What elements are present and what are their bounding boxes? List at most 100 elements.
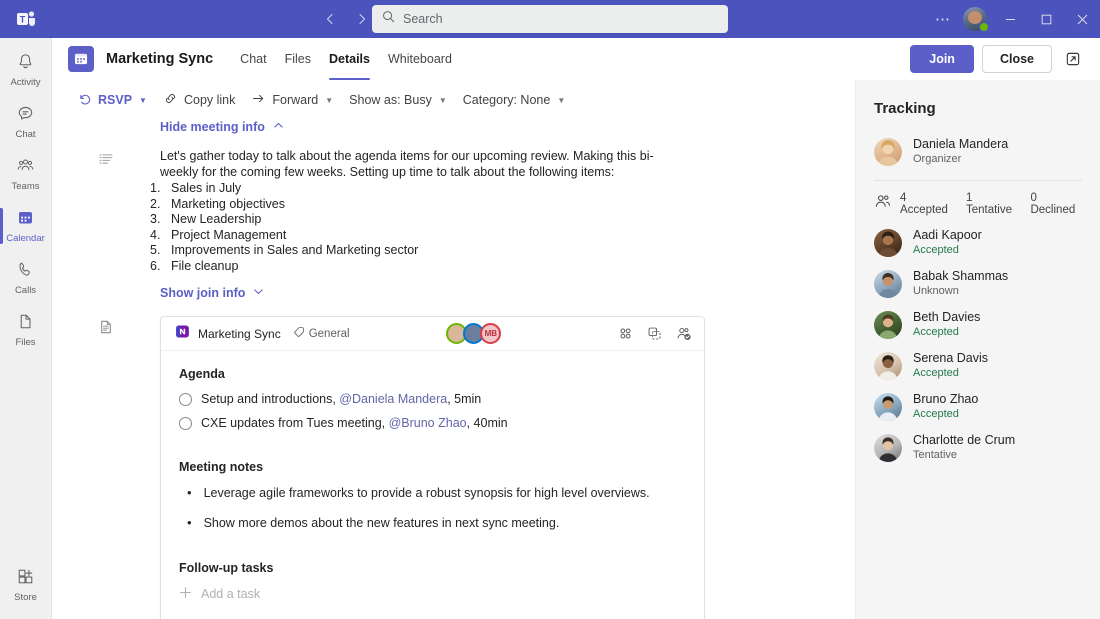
- attendee-info: Beth Davies Accepted: [913, 310, 980, 339]
- meeting-notes-card: Marketing Sync General: [160, 316, 705, 619]
- onenote-app-icon: [175, 324, 190, 344]
- window-controls: ⋯: [928, 0, 1100, 38]
- tag-icon: [293, 326, 305, 341]
- response-counts: 4 Accepted 1 Tentative 0 Declined: [874, 181, 1082, 224]
- organizer-name: Daniela Mandera: [913, 137, 1008, 152]
- back-icon[interactable]: [318, 7, 342, 31]
- maximize-icon[interactable]: [1028, 0, 1064, 38]
- attendee-row[interactable]: Babak Shammas Unknown: [874, 265, 1082, 302]
- chevron-down-icon: ▼: [139, 96, 147, 105]
- avatar[interactable]: [958, 0, 992, 38]
- attendee-row[interactable]: Serena Davis Accepted: [874, 347, 1082, 384]
- notes-card-avatars: MB: [446, 323, 501, 344]
- tentative-count: 1 Tentative: [966, 192, 1019, 216]
- sidebar-item-store[interactable]: Store: [0, 559, 52, 611]
- join-button[interactable]: Join: [910, 45, 974, 73]
- attendee-row[interactable]: Beth Davies Accepted: [874, 306, 1082, 343]
- sidebar-label-store: Store: [14, 593, 37, 603]
- organizer-row[interactable]: Daniela Mandera Organizer: [874, 133, 1082, 170]
- minimize-icon[interactable]: [992, 0, 1028, 38]
- bullet-icon: •: [187, 485, 192, 501]
- agenda-checkbox[interactable]: [179, 393, 192, 406]
- forward-button[interactable]: Forward ▼: [243, 87, 341, 113]
- header-actions: Join Close: [910, 45, 1086, 73]
- rsvp-undo-icon: [78, 92, 92, 109]
- list-item: 1.Sales in July: [160, 181, 815, 197]
- forward-icon[interactable]: [350, 7, 374, 31]
- notes-document-icon: [52, 316, 160, 619]
- hide-meeting-info-button[interactable]: Hide meeting info: [160, 120, 284, 134]
- sidebar-item-chat[interactable]: Chat: [0, 96, 52, 148]
- details-column: RSVP ▼ Copy link Forward: [52, 80, 855, 619]
- list-item: Setup and introductions, @Daniela Mander…: [179, 392, 686, 406]
- people-icon: [874, 193, 891, 215]
- description-paragraph: Let's gather today to talk about the age…: [160, 148, 670, 180]
- tab-details[interactable]: Details: [320, 38, 379, 80]
- meeting-description: Let's gather today to talk about the age…: [160, 148, 855, 302]
- attendee-row[interactable]: Charlotte de Crum Tentative: [874, 429, 1082, 466]
- close-icon[interactable]: [1064, 0, 1100, 38]
- show-join-info-button[interactable]: Show join info: [160, 286, 264, 300]
- add-task-button[interactable]: Add a task: [179, 586, 686, 602]
- attendee-row[interactable]: Bruno Zhao Accepted: [874, 388, 1082, 425]
- bell-icon: [16, 52, 35, 76]
- title-bar: T Search ⋯: [0, 0, 1100, 38]
- chevron-down-icon: ▼: [325, 96, 333, 105]
- command-bar: RSVP ▼ Copy link Forward: [52, 84, 855, 116]
- notes-card-header: Marketing Sync General: [161, 317, 704, 351]
- copy-link-button[interactable]: Copy link: [155, 87, 243, 113]
- presence-available-badge: [979, 22, 989, 32]
- attendee-info: Babak Shammas Unknown: [913, 269, 1008, 298]
- avatar: [874, 270, 902, 298]
- hide-meeting-info-label: Hide meeting info: [160, 120, 265, 134]
- mention-link[interactable]: @Bruno Zhao: [389, 416, 467, 430]
- attendee-row[interactable]: Aadi Kapoor Accepted: [874, 224, 1082, 261]
- sidebar-item-calendar[interactable]: Calendar: [0, 200, 52, 252]
- notes-card-body: Agenda Setup and introductions, @Daniela…: [161, 351, 704, 619]
- presence-avatar-3[interactable]: MB: [480, 323, 501, 344]
- counts-labels: 4 Accepted 1 Tentative 0 Declined: [900, 192, 1082, 216]
- agenda-text: CXE updates from Tues meeting, @Bruno Zh…: [201, 416, 508, 430]
- search-input[interactable]: Search: [372, 5, 728, 33]
- duplicate-icon[interactable]: [647, 326, 662, 341]
- copy-link-label: Copy link: [184, 93, 235, 107]
- show-as-button[interactable]: Show as: Busy ▼: [341, 87, 455, 113]
- organizer-role: Organizer: [913, 152, 1008, 166]
- status-badge: Accepted: [913, 243, 982, 257]
- arrow-right-icon: [251, 91, 266, 109]
- tab-chat[interactable]: Chat: [231, 38, 275, 80]
- note-text: Leverage agile frameworks to provide a r…: [204, 485, 650, 501]
- chevron-down-icon: [253, 286, 264, 300]
- show-as-label: Show as: Busy: [349, 93, 432, 107]
- rsvp-button[interactable]: RSVP ▼: [70, 87, 155, 113]
- sidebar-item-calls[interactable]: Calls: [0, 252, 52, 304]
- sidebar-item-files[interactable]: Files: [0, 304, 52, 356]
- tab-bar: Chat Files Details Whiteboard: [231, 38, 461, 80]
- agenda-checkbox[interactable]: [179, 417, 192, 430]
- tab-whiteboard[interactable]: Whiteboard: [379, 38, 461, 80]
- ellipsis-icon[interactable]: ⋯: [928, 0, 958, 38]
- meeting-notes-heading: Meeting notes: [179, 460, 686, 474]
- avatar: [874, 138, 902, 166]
- agenda-text: Setup and introductions, @Daniela Mander…: [201, 392, 481, 406]
- status-badge: Accepted: [913, 366, 988, 380]
- details-scroll-body[interactable]: Hide meeting info: [52, 116, 855, 619]
- show-join-info-label: Show join info: [160, 286, 245, 300]
- apps-grid-icon[interactable]: [618, 326, 633, 341]
- attendee-name: Serena Davis: [913, 351, 988, 366]
- sidebar-item-activity[interactable]: Activity: [0, 44, 52, 96]
- close-button[interactable]: Close: [982, 45, 1052, 73]
- list-item: 4.Project Management: [160, 228, 815, 244]
- chevron-up-icon: [273, 120, 284, 134]
- notes-card-actions: [598, 326, 692, 342]
- tab-files[interactable]: Files: [276, 38, 320, 80]
- attendee-name: Charlotte de Crum: [913, 433, 1015, 448]
- agenda-heading: Agenda: [179, 367, 686, 381]
- sidebar-item-teams[interactable]: Teams: [0, 148, 52, 200]
- people-check-icon[interactable]: [676, 326, 692, 342]
- pop-out-icon[interactable]: [1060, 46, 1086, 72]
- bullet-icon: •: [187, 515, 192, 531]
- attendee-info: Serena Davis Accepted: [913, 351, 988, 380]
- mention-link[interactable]: @Daniela Mandera: [339, 392, 447, 406]
- category-button[interactable]: Category: None ▼: [455, 87, 573, 113]
